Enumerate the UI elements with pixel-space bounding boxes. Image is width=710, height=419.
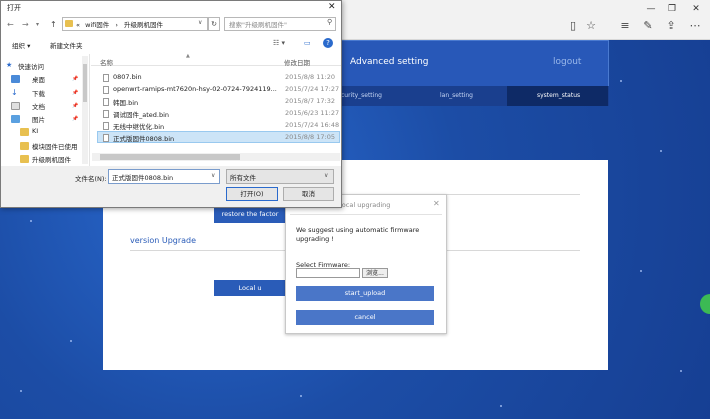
file-date: 2015/6/23 11:27 — [285, 109, 340, 117]
open-button[interactable]: 打开(O) — [226, 187, 278, 201]
folder-icon — [65, 20, 73, 27]
file-date: 2015/7/24 16:48 — [285, 121, 340, 129]
pin-icon: 📌 — [72, 116, 79, 122]
logout-link[interactable]: logout — [553, 57, 581, 67]
horizontal-scroll-thumb[interactable] — [100, 154, 240, 160]
file-name[interactable]: 正式版固件0808.bin — [113, 133, 174, 143]
modal-title: local upgrading — [340, 201, 391, 209]
file-date: 2015/8/8 17:05 — [285, 133, 335, 141]
view-options-icon[interactable]: ☷ ▾ — [273, 39, 285, 47]
recent-dropdown-icon[interactable]: ▾ — [36, 21, 39, 28]
search-icon[interactable]: ⚲ — [327, 18, 332, 26]
window-close-icon[interactable]: ✕ — [686, 2, 706, 16]
start-upload-button[interactable]: start_upload — [296, 286, 434, 301]
pin-icon: 📌 — [72, 103, 79, 109]
nav-item-module-firmware[interactable]: 模块固件已使用 — [32, 141, 78, 151]
nav-item-pictures[interactable]: 图片 — [32, 114, 45, 124]
tab-system-status[interactable]: system_status — [537, 92, 580, 99]
breadcrumb: « wifi固件 › 升级刷机固件 — [76, 19, 163, 29]
modal-cancel-button[interactable]: cancel — [296, 310, 434, 325]
nav-item-upgrade-firmware[interactable]: 升级刷机固件 — [32, 154, 71, 164]
close-icon[interactable]: ✕ — [433, 199, 440, 208]
minimize-icon[interactable]: — — [641, 2, 661, 16]
folder-icon — [20, 155, 29, 163]
more-menu-icon[interactable]: ⋯ — [688, 19, 702, 33]
chevron-down-icon[interactable]: ∨ — [198, 19, 202, 26]
breadcrumb-wifi[interactable]: wifi固件 — [85, 21, 109, 29]
column-date[interactable]: 修改日期 — [284, 57, 310, 67]
nav-scroll-thumb[interactable] — [83, 64, 87, 102]
dialog-title: 打开 — [7, 4, 21, 12]
file-name[interactable]: 0807.bin — [113, 73, 142, 81]
chevron-down-icon[interactable]: ∨ — [324, 172, 328, 179]
file-name[interactable]: openwrt-ramips-mt7620n-hsy-02-0724-79241… — [113, 85, 277, 93]
nav-item-downloads[interactable]: 下载 — [32, 88, 45, 98]
nav-item-desktop[interactable]: 桌面 — [32, 74, 45, 84]
reading-view-icon[interactable]: ▯ — [566, 19, 580, 33]
breadcrumb-separator: › — [115, 21, 118, 29]
maximize-icon[interactable]: ❐ — [662, 2, 682, 16]
version-upgrade-heading: version Upgrade — [130, 236, 197, 245]
router-title: Advanced setting — [350, 57, 429, 67]
file-name[interactable]: 韩国.bin — [113, 97, 138, 107]
download-icon: ↓ — [11, 88, 18, 97]
nav-item-quick-access[interactable]: 快速访问 — [18, 61, 44, 71]
filename-label: 文件名(N): — [75, 175, 107, 183]
file-name[interactable]: 无线中继优化.bin — [113, 121, 164, 131]
file-icon — [103, 86, 109, 94]
up-arrow-icon[interactable]: ↑ — [50, 20, 57, 29]
column-name[interactable]: 名称 — [100, 57, 113, 67]
file-icon — [103, 74, 109, 82]
pin-icon: 📌 — [72, 90, 79, 96]
file-date: 2015/8/7 17:32 — [285, 97, 335, 105]
tab-lan-setting[interactable]: lan_setting — [440, 92, 473, 99]
file-date: 2015/8/8 11:20 — [285, 73, 335, 81]
filename-value: 正式版固件0808.bin — [112, 174, 174, 182]
local-upgrade-button[interactable]: Local u — [214, 280, 286, 296]
back-arrow-icon[interactable]: ← — [7, 20, 14, 29]
modal-message: We suggest using automatic firmware upgr… — [296, 226, 420, 243]
desktop-icon — [11, 75, 20, 83]
pictures-icon — [11, 115, 20, 123]
tab-security-setting[interactable]: curity_setting — [341, 92, 382, 99]
file-icon — [103, 98, 109, 106]
favorite-star-icon[interactable]: ☆ — [584, 19, 598, 33]
documents-icon — [11, 102, 20, 110]
file-icon — [103, 122, 109, 130]
folder-icon — [20, 142, 29, 150]
forward-arrow-icon[interactable]: → — [22, 20, 29, 29]
file-icon — [103, 110, 109, 118]
organize-menu[interactable]: 组织 ▾ — [12, 40, 30, 50]
browse-button[interactable]: 浏览... — [362, 268, 388, 278]
share-icon[interactable]: ⇪ — [664, 19, 678, 33]
folder-icon — [20, 128, 29, 136]
dialog-close-icon[interactable]: ✕ — [328, 2, 336, 12]
breadcrumb-overflow[interactable]: « — [76, 21, 80, 29]
hub-menu-icon[interactable]: ≡ — [618, 19, 632, 33]
firmware-file-input[interactable] — [296, 268, 360, 278]
modal-divider — [290, 214, 442, 215]
star-icon: ★ — [6, 61, 13, 69]
nav-item-ki[interactable]: KI — [32, 127, 38, 135]
file-date: 2015/7/24 17:27 — [285, 85, 340, 93]
file-icon — [103, 134, 109, 142]
refresh-icon[interactable]: ↻ — [208, 17, 220, 31]
file-name[interactable]: 调试固件_ated.bin — [113, 109, 169, 119]
help-icon[interactable]: ? — [323, 38, 333, 48]
chevron-down-icon[interactable]: ∨ — [211, 172, 215, 179]
search-placeholder: 搜索"升级刷机固件" — [229, 21, 287, 29]
sort-up-icon: ▲ — [186, 53, 190, 59]
notes-pen-icon[interactable]: ✎ — [641, 19, 655, 33]
nav-item-documents[interactable]: 文档 — [32, 101, 45, 111]
preview-pane-icon[interactable]: ▭ — [304, 39, 311, 47]
pin-icon: 📌 — [72, 76, 79, 82]
filetype-value: 所有文件 — [230, 174, 256, 182]
new-folder-button[interactable]: 新建文件夹 — [50, 40, 83, 50]
breadcrumb-upgrade[interactable]: 升级刷机固件 — [124, 21, 163, 29]
cancel-button[interactable]: 取消 — [283, 187, 334, 201]
